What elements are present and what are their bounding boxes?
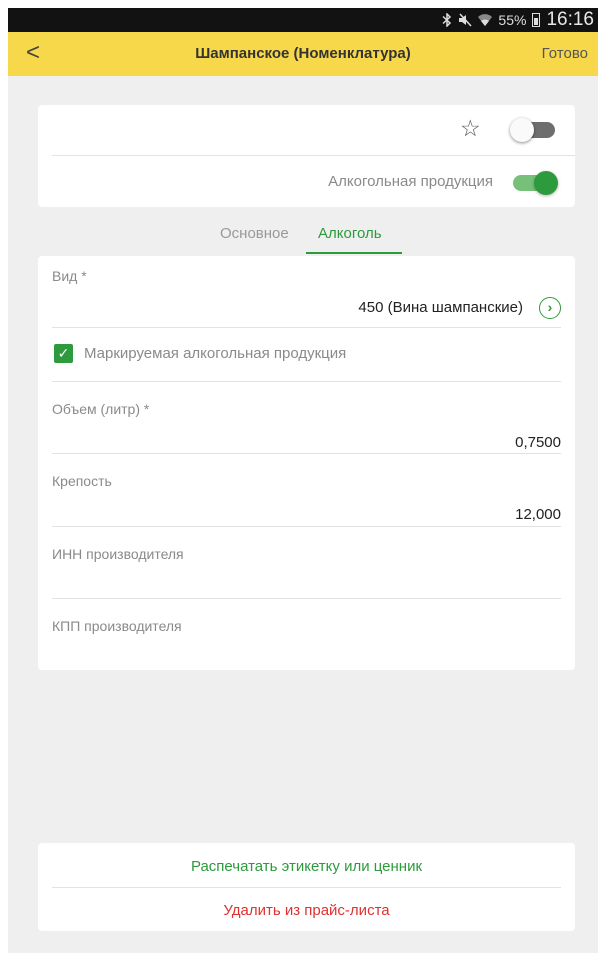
done-button[interactable]: Готово: [542, 45, 588, 62]
toggle-knob: [534, 171, 558, 195]
actions-card: Распечатать этикетку или ценник Удалить …: [38, 843, 575, 931]
toggle-knob: [510, 118, 534, 142]
marked-checkbox[interactable]: ✓: [54, 344, 73, 363]
wifi-icon: [478, 14, 493, 26]
battery-icon: [532, 13, 541, 27]
delete-from-pricelist-button[interactable]: Удалить из прайс-листа: [38, 902, 575, 919]
volume-label: Объем (литр) *: [52, 401, 150, 417]
item-toggle[interactable]: [510, 118, 555, 142]
vid-label: Вид *: [52, 268, 87, 284]
vid-value[interactable]: 450 (Вина шампанские): [358, 299, 523, 316]
divider: [52, 327, 561, 328]
tab-main[interactable]: Основное: [220, 225, 289, 242]
tab-alcohol[interactable]: Алкоголь: [318, 225, 382, 242]
producer-inn-label: ИНН производителя: [52, 546, 184, 562]
bluetooth-icon: [442, 13, 452, 27]
divider: [52, 526, 561, 527]
print-label-button[interactable]: Распечатать этикетку или ценник: [38, 858, 575, 875]
strength-field[interactable]: 12,000: [515, 506, 561, 523]
divider: [52, 887, 561, 888]
marked-checkbox-label: Маркируемая алкогольная продукция: [84, 345, 347, 362]
alcohol-product-label: Алкогольная продукция: [328, 173, 493, 190]
app-header: < Шампанское (Номенклатура) Готово: [8, 32, 598, 76]
divider: [52, 381, 561, 382]
status-bar: 55% 16:16: [8, 8, 598, 32]
mute-icon: [459, 13, 472, 27]
clock: 16:16: [546, 9, 594, 30]
strength-label: Крепость: [52, 473, 112, 489]
open-icon[interactable]: ›: [539, 297, 561, 319]
producer-kpp-label: КПП производителя: [52, 618, 182, 634]
battery-percent: 55%: [498, 12, 527, 28]
status-icons: 55% 16:16: [442, 8, 594, 32]
item-settings-card: ☆ Алкогольная продукция: [38, 105, 575, 207]
star-icon[interactable]: ☆: [460, 115, 481, 142]
divider: [52, 155, 575, 156]
volume-field[interactable]: 0,7500: [515, 434, 561, 451]
divider: [52, 598, 561, 599]
alcohol-product-toggle[interactable]: [513, 171, 558, 195]
active-tab-indicator: [306, 252, 402, 254]
app-screen: 55% 16:16 < Шампанское (Номенклатура) Го…: [8, 8, 598, 953]
divider: [52, 453, 561, 454]
alcohol-form: Вид * 450 (Вина шампанские) › ✓ Маркируе…: [38, 256, 575, 670]
page-title: Шампанское (Номенклатура): [195, 45, 411, 62]
